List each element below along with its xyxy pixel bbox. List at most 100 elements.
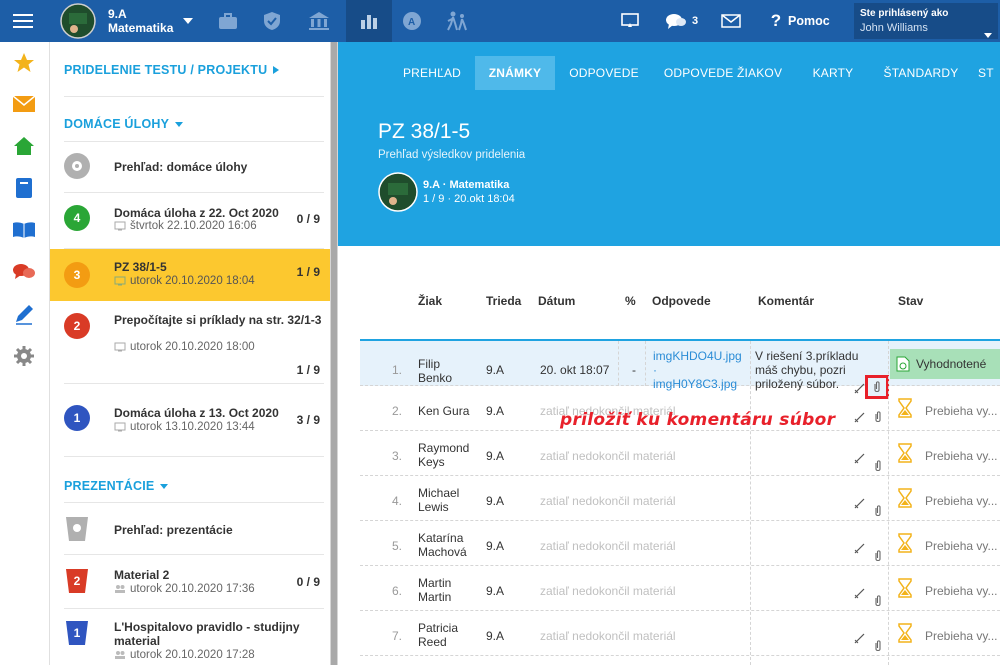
help-link[interactable]: Pomoc [788,0,838,42]
briefcase-icon[interactable] [216,0,240,42]
edit-pen-icon[interactable] [854,586,865,604]
users-icon [115,585,125,593]
col-komentar[interactable]: Komentár [758,294,814,308]
tab-prehlad[interactable]: PREHĽAD [390,56,474,90]
chevron-down-icon[interactable] [182,0,194,42]
monitor-icon [114,221,126,231]
not-finished-text: zatiaľ nedokončil materiál [540,449,676,463]
page-subtitle: Prehľad výsledkov pridelenia [378,149,526,161]
table-row[interactable]: 5. Katarína Machová 9.A zatiaľ nedokonči… [360,521,1000,566]
status-text: Prebieha vy... [925,629,998,643]
main-content: PREHĽAD ZNÁMKY ODPOVEDE ODPOVEDE ŽIAKOV … [338,42,1000,665]
monitor-icon [114,342,126,352]
presentations-overview-item[interactable]: Prehľad: prezentácie [50,503,330,553]
homework-overview-item[interactable]: Prehľad: domáce úlohy [50,142,330,192]
col-ziak[interactable]: Žiak [418,294,442,308]
book-icon[interactable] [12,218,36,242]
col-stav[interactable]: Stav [898,294,923,308]
tab-znamky[interactable]: ZNÁMKY [475,56,555,90]
student-first-name: Patricia [418,621,459,635]
homework-header[interactable]: DOMÁCE ÚLOHY [64,117,184,131]
tab-odpovede[interactable]: ODPOVEDE [560,56,648,90]
homework-number-badge: 1 [64,405,90,431]
home-icon[interactable] [12,134,36,158]
homework-overview-label: Prehľad: domáce úlohy [114,160,248,174]
homework-number-badge: 3 [64,262,90,288]
notebook-icon[interactable] [12,176,36,200]
reports-icon[interactable] [346,0,392,42]
chevron-right-icon [273,66,280,74]
settings-gear-icon[interactable] [12,344,36,368]
assign-test-link[interactable]: PRIDELENIE TESTU / PROJEKTU [64,63,280,77]
edit-pen-icon[interactable] [854,631,865,649]
presentation-overview-icon [66,517,88,546]
edit-pen-icon[interactable] [854,496,865,514]
user-menu[interactable]: Ste prihlásený ako John Williams [854,3,998,39]
discussion-icon[interactable] [12,260,36,284]
student-last-name: Benko [418,371,453,385]
presentation-item[interactable]: 2 Material 2 utorok 20.10.2020 17:36 0 /… [50,555,330,609]
table-row[interactable]: 6. Martin Martin 9.A zatiaľ nedokončil m… [360,566,1000,611]
shield-icon[interactable] [260,0,284,42]
presentation-item[interactable]: 1 L'Hospitalovo pravidlo - studijny mate… [50,609,330,665]
mail-icon[interactable] [718,0,744,42]
col-trieda[interactable]: Trieda [486,294,521,308]
presentation-number: 2 [73,574,81,588]
pencil-icon[interactable] [12,302,36,326]
paperclip-icon[interactable] [874,504,882,522]
paperclip-icon[interactable] [874,594,882,612]
tab-odpovede-ziakov[interactable]: ODPOVEDE ŽIAKOV [658,56,788,90]
presentation-number: 1 [73,626,81,640]
presentations-overview-label: Prehľad: prezentácie [114,523,233,537]
answer-file-link[interactable]: imgKHDO4U.jpg [653,349,742,363]
tab-more[interactable]: ST [978,56,1000,90]
chevron-down-icon [175,121,184,127]
student-first-name: Martin [418,576,452,590]
col-datum[interactable]: Dátum [538,294,575,308]
chevron-down-icon[interactable] [984,25,992,43]
homework-item-selected[interactable]: 3 PZ 38/1-5 utorok 20.10.2020 18:04 1 / … [50,249,330,301]
cast-icon[interactable] [618,0,642,42]
presentations-header[interactable]: PREZENTÁCIE [64,479,169,493]
sidebar-scrollbar-thumb[interactable] [331,42,337,665]
chat-icon[interactable] [664,0,688,42]
table-row[interactable]: 4. Michael Lewis 9.A zatiaľ nedokončil m… [360,476,1000,521]
school-icon[interactable] [306,0,332,42]
edit-pen-icon[interactable] [854,410,865,428]
tab-standardy[interactable]: ŠTANDARDY [876,56,966,90]
paperclip-icon[interactable] [874,459,882,477]
hamburger-menu-icon[interactable] [0,0,46,42]
edit-pen-icon[interactable] [854,451,865,469]
presentation-date: utorok 20.10.2020 17:28 [130,649,255,661]
paperclip-icon[interactable] [874,410,882,428]
table-row[interactable]: 1. Filip Benko 9.A 20. okt 18:07 - imgKH… [360,341,1000,399]
star-icon[interactable] [12,51,36,75]
paperclip-icon[interactable] [874,549,882,567]
homework-item[interactable]: 4 Domáca úloha z 22. Oct 2020 štvrtok 22… [50,193,330,248]
class-selector[interactable]: 9.A Matematika [108,0,192,42]
users-icon [115,651,125,659]
grade-icon[interactable]: A [400,0,424,42]
table-row[interactable]: 7. Patricia Reed 9.A zatiaľ nedokončil m… [360,611,1000,656]
row-number: 1. [392,363,403,377]
homework-date: utorok 20.10.2020 18:04 [130,275,255,287]
col-percent[interactable]: % [625,294,636,308]
evaluated-doc-icon [896,356,910,372]
student-first-name: Filip [418,357,441,371]
envelope-icon[interactable] [12,92,36,116]
homework-count: 3 / 9 [296,413,320,427]
homework-item[interactable]: 1 Domáca úloha z 13. Oct 2020 utorok 13.… [50,384,330,444]
student-class: 9.A [486,539,505,553]
tab-karty[interactable]: KARTY [798,56,868,90]
class-avatar [378,172,418,212]
col-odpovede[interactable]: Odpovede [652,294,711,308]
not-finished-text: zatiaľ nedokončil materiál [540,539,676,553]
homework-date: utorok 13.10.2020 13:44 [130,421,255,433]
edit-pen-icon[interactable] [854,541,865,559]
students-walking-icon[interactable] [444,0,470,42]
file-separator: · [653,363,657,377]
paperclip-icon[interactable] [874,639,882,657]
student-first-name: Katarína [418,531,464,545]
help-icon[interactable]: ? [766,0,786,42]
table-row[interactable]: 3. Raymond Keys 9.A zatiaľ nedokončil ma… [360,431,1000,476]
